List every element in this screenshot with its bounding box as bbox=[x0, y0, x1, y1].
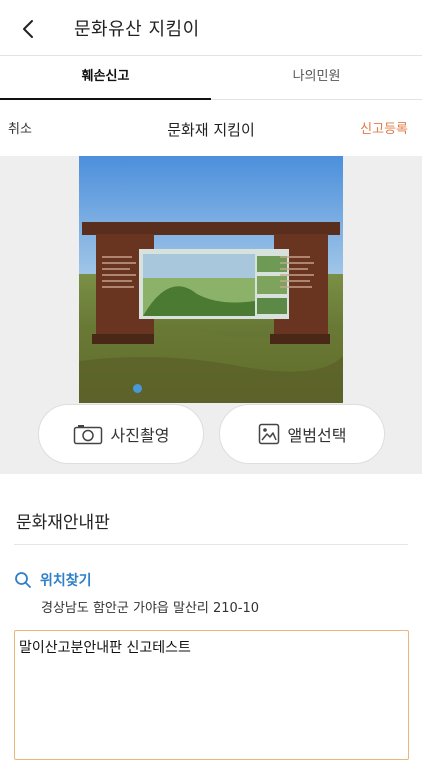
find-location-button[interactable]: 위치찾기 bbox=[14, 570, 92, 590]
photo-preview[interactable] bbox=[79, 156, 343, 403]
gallery-icon bbox=[258, 423, 279, 445]
carousel-indicator[interactable] bbox=[133, 384, 142, 393]
divider bbox=[14, 544, 408, 545]
form-title: 문화재 지킴이 bbox=[167, 121, 255, 139]
tab-bar: 훼손신고 나의민원 bbox=[0, 56, 422, 101]
camera-icon bbox=[73, 425, 102, 445]
back-button[interactable] bbox=[14, 14, 44, 44]
tab-report[interactable]: 훼손신고 bbox=[0, 56, 211, 101]
search-icon bbox=[15, 572, 31, 588]
take-photo-button[interactable]: 사진촬영 bbox=[38, 404, 204, 464]
app-header: 문화유산 지킴이 bbox=[0, 0, 422, 56]
submit-report-button[interactable]: 신고등록 bbox=[360, 118, 408, 137]
tab-my-complaints[interactable]: 나의민원 bbox=[211, 56, 422, 100]
page-title: 문화유산 지킴이 bbox=[74, 19, 200, 40]
description-textarea[interactable]: 말이산고분안내판 신고테스트 bbox=[14, 630, 409, 760]
chevron-left-icon bbox=[23, 20, 33, 38]
photo-image bbox=[79, 156, 343, 403]
take-photo-label: 사진촬영 bbox=[110, 426, 170, 445]
address-text: 경상남도 함안군 가야읍 말산리 210-10 bbox=[41, 601, 260, 616]
form-header: 취소 문화재 지킴이 신고등록 bbox=[0, 100, 422, 156]
select-album-button[interactable]: 앨범선택 bbox=[219, 404, 385, 464]
description-value: 말이산고분안내판 신고테스트 bbox=[19, 640, 191, 656]
select-album-label: 앨범선택 bbox=[287, 426, 347, 445]
category-title: 문화재안내판 bbox=[16, 513, 110, 533]
find-location-label: 위치찾기 bbox=[40, 573, 92, 589]
